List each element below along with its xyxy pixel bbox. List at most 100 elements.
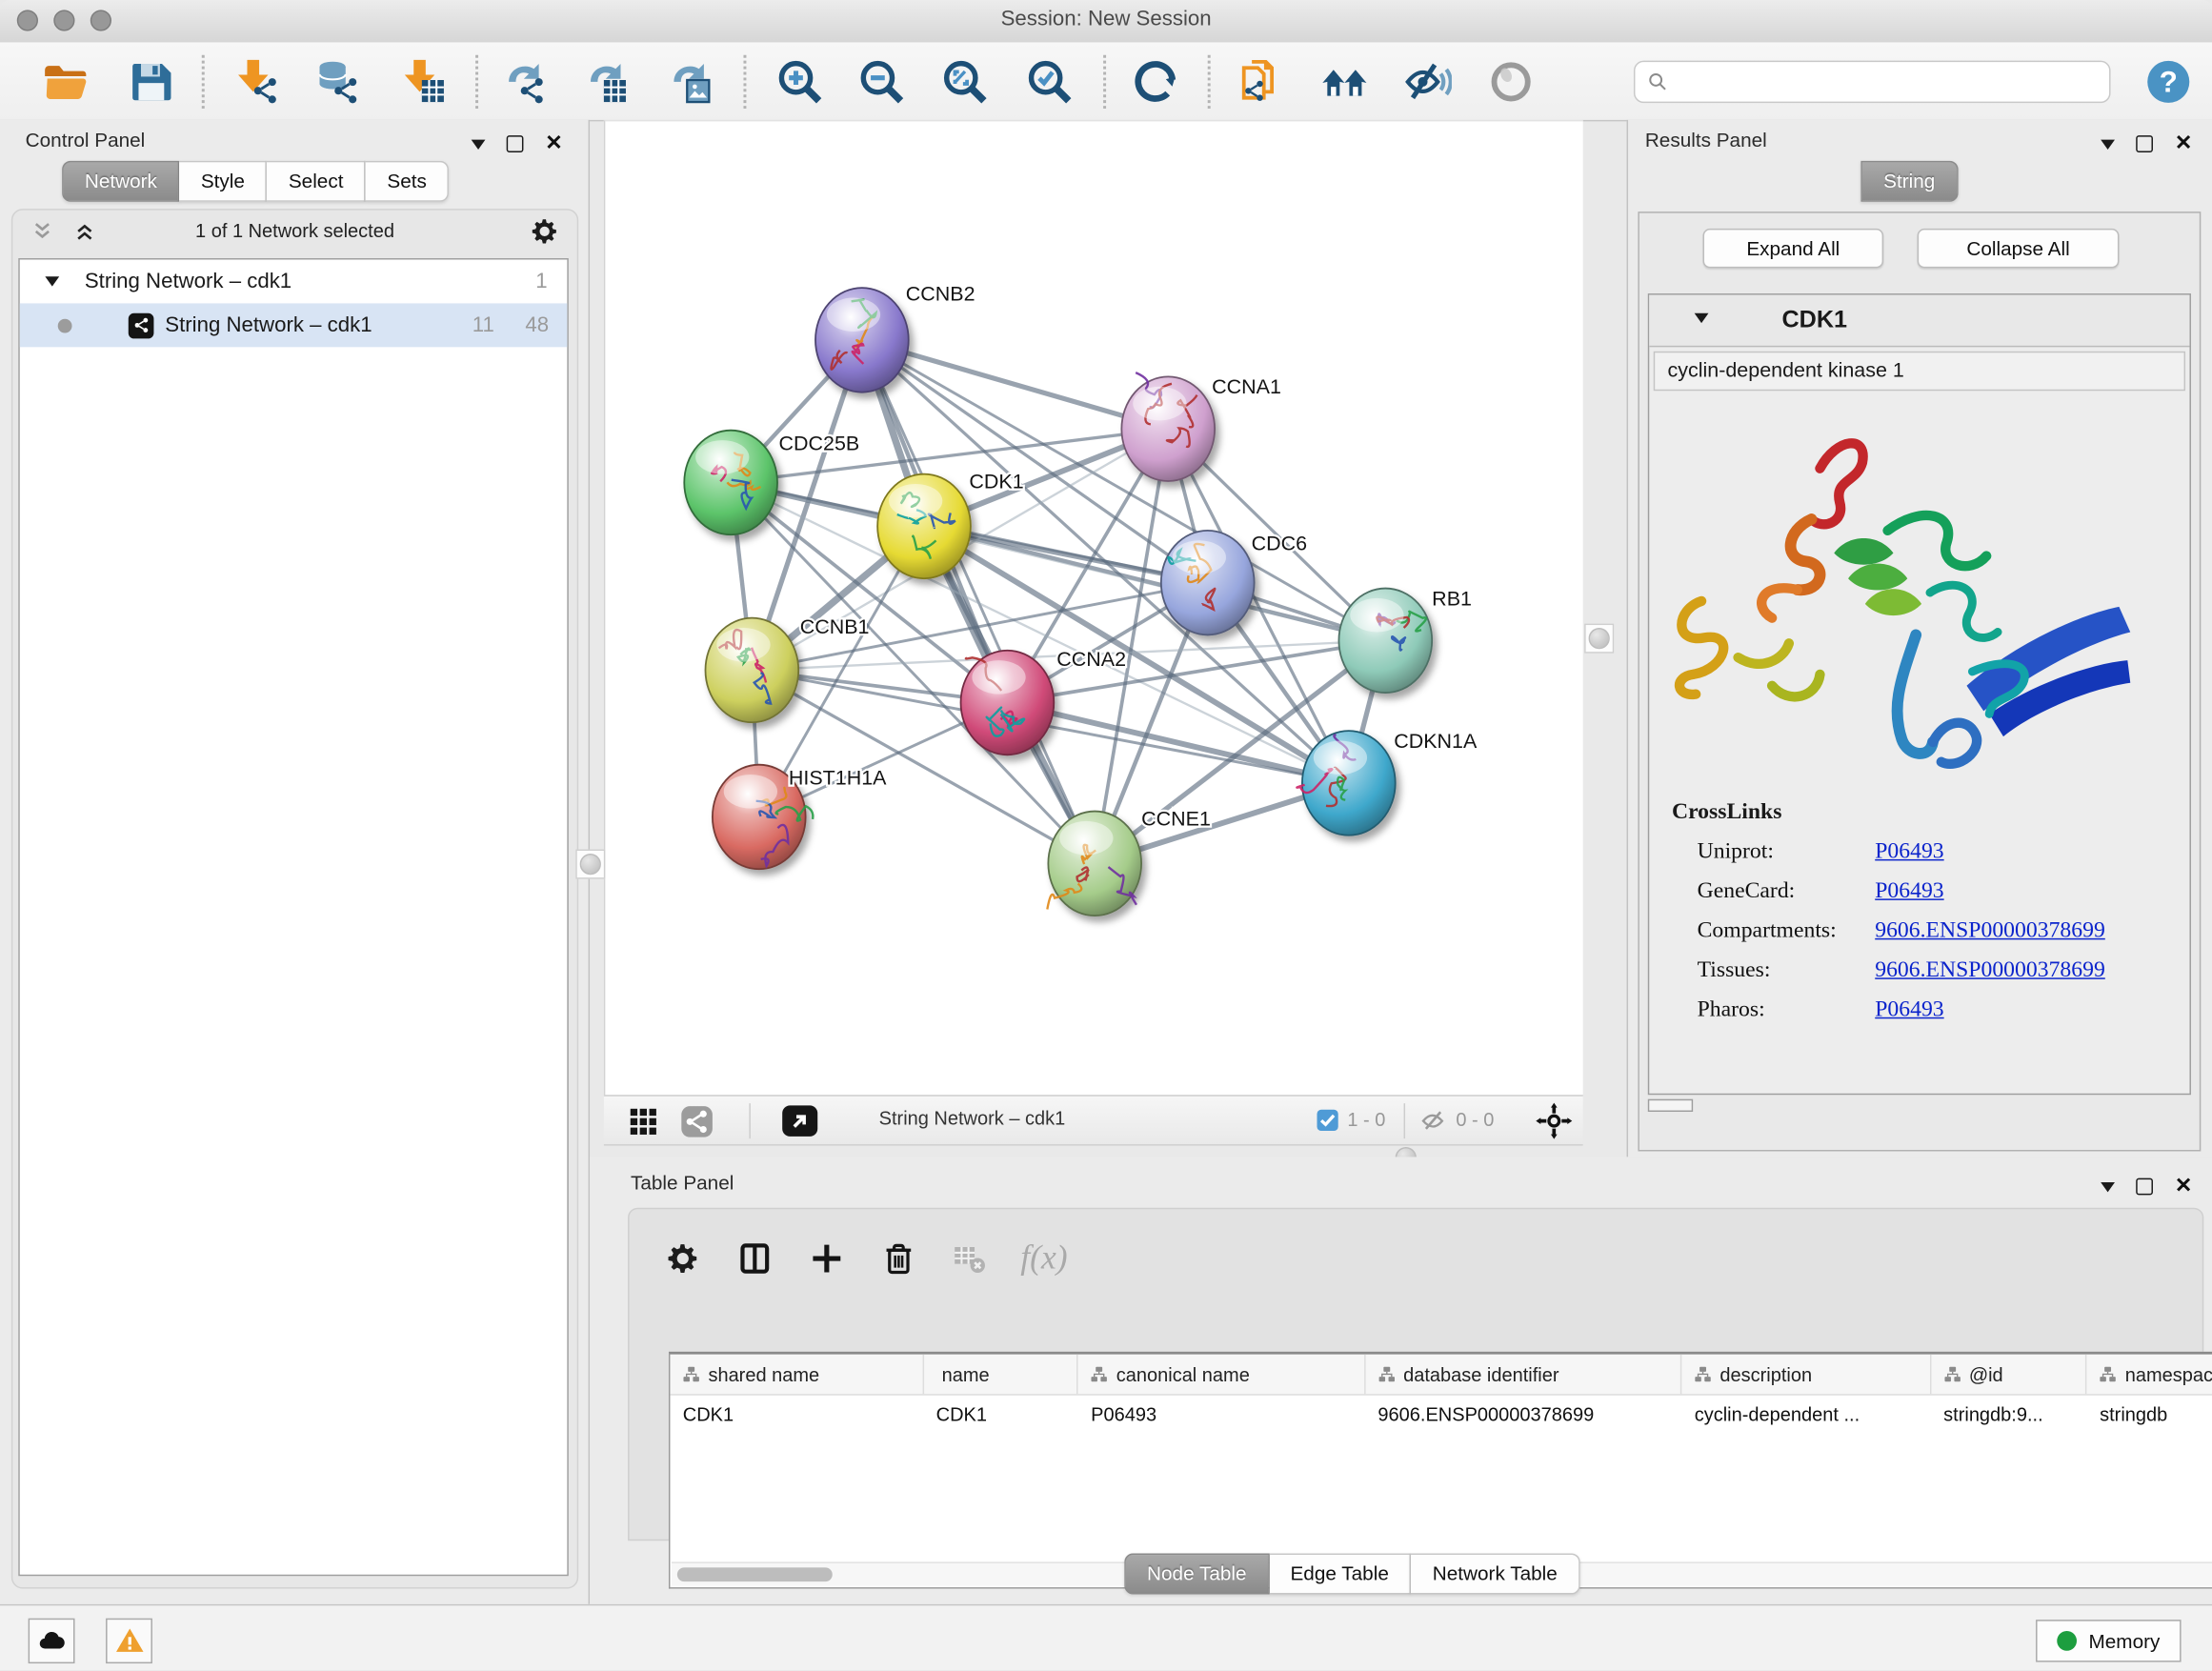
crosslink-link[interactable]: P06493 [1875,997,1943,1023]
close-panel-icon[interactable]: ✕ [545,137,563,151]
network-node-ccnb1[interactable] [705,618,798,723]
column-header-namespace[interactable]: namespace [2087,1355,2212,1394]
network-list-item[interactable]: String Network – cdk1 1 [20,260,568,304]
search-field[interactable] [1634,61,2111,103]
crosslink-link[interactable]: 9606.ENSP00000378699 [1875,918,2105,944]
tab-sets[interactable]: Sets [366,161,449,202]
table-cell[interactable]: CDK1 [670,1404,923,1425]
crosshair-icon[interactable] [1535,1102,1573,1147]
network-node-ccne1[interactable] [1047,812,1141,916]
network-canvas[interactable]: CCNB2CCNA1CDC25BCDK1CDC6RB1CCNB1CCNA2CDK… [604,120,1583,1095]
crosslink-link[interactable]: P06493 [1875,839,1943,865]
tab-network[interactable]: Network [62,161,179,202]
export-view-icon[interactable] [781,1105,818,1144]
gear-button[interactable] [659,1235,707,1282]
collapse-all-button[interactable]: Collapse All [1918,229,2120,268]
houses-button[interactable] [1314,50,1376,112]
network-list-item[interactable]: String Network – cdk1 11 48 [20,303,568,347]
import-network-button[interactable] [227,50,289,112]
search-input[interactable] [1678,70,2109,93]
birdseye-grid-icon[interactable] [628,1106,659,1144]
cloud-button[interactable] [29,1619,75,1663]
columns-button[interactable] [731,1235,778,1282]
column-header-description[interactable]: description [1681,1355,1930,1394]
results-panel-title: Results Panel [1645,129,1767,151]
zoom-out-button[interactable] [851,50,913,112]
float-panel-icon[interactable] [2137,1178,2154,1196]
table-cell[interactable]: cyclin-dependent ... [1681,1404,1930,1425]
toolbar-separator [202,55,205,109]
trash-button[interactable] [875,1235,922,1282]
save-floppy-button[interactable] [120,50,182,112]
string-share-icon[interactable] [680,1105,714,1146]
network-node-rb1[interactable] [1338,589,1432,694]
network-node-ccna1[interactable] [1121,372,1215,481]
column-header--id[interactable]: @id [1931,1355,2087,1394]
crosslink-row: Compartments: 9606.ENSP00000378699 [1698,918,2190,944]
gray-orb-button[interactable] [1480,50,1542,112]
import-table-button[interactable] [393,50,455,112]
column-header-name[interactable]: name [923,1355,1077,1394]
table-cell[interactable]: stringdb [2087,1404,2212,1425]
zoom-in-button[interactable] [769,50,831,112]
tab-edge-table[interactable]: Edge Table [1269,1554,1411,1595]
export-image-button[interactable] [659,50,721,112]
tab-select[interactable]: Select [268,161,367,202]
crosslink-link[interactable]: 9606.ENSP00000378699 [1875,958,2105,984]
memory-button[interactable]: Memory [2037,1620,2182,1661]
scrollbar-thumb[interactable] [677,1567,833,1581]
panel-menu-icon[interactable] [2101,1182,2116,1199]
column-header-shared-name[interactable]: shared name [670,1355,923,1394]
table-row[interactable]: CDK1CDK1P064939606.ENSP00000378699cyclin… [670,1396,2212,1434]
network-node-cdc6[interactable] [1161,531,1255,635]
crosslink-link[interactable]: P06493 [1875,879,1943,905]
crosslink-row: GeneCard: P06493 [1698,879,2190,905]
network-node-cdkn1a[interactable] [1297,731,1395,836]
network-options-gear-icon[interactable] [529,216,560,254]
network-node-ccnb2[interactable] [815,288,909,393]
tab-string[interactable]: String [1860,161,1958,202]
help-button[interactable]: ? [2138,50,2200,112]
table-cell[interactable]: CDK1 [923,1404,1077,1425]
eye-slash-button[interactable] [1397,50,1458,112]
table-cell[interactable]: 9606.ENSP00000378699 [1365,1404,1681,1425]
right-splitter-handle[interactable] [1584,624,1614,654]
crosslink-label: Tissues: [1698,958,1876,984]
left-splitter-handle[interactable] [575,850,605,879]
export-table-button[interactable] [575,50,637,112]
network-node-cdc25b[interactable] [684,431,777,535]
column-label: namespace [2125,1363,2212,1384]
refresh-button[interactable] [1124,50,1186,112]
zoom-fit-button[interactable] [934,50,995,112]
open-folder-button[interactable] [34,50,96,112]
float-panel-icon[interactable] [2137,135,2154,152]
close-panel-icon[interactable]: ✕ [2175,1179,2193,1194]
tab-node-table[interactable]: Node Table [1124,1554,1269,1595]
export-network-button[interactable] [493,50,555,112]
network-label: String Network – cdk1 [165,313,372,337]
panel-menu-icon[interactable] [2101,140,2116,157]
expand-all-button[interactable]: Expand All [1703,229,1884,268]
float-panel-icon[interactable] [507,135,524,152]
network-edge[interactable] [1007,703,1348,783]
import-database-button[interactable] [308,50,370,112]
collapse-section-icon[interactable] [1695,313,1709,331]
close-panel-icon[interactable]: ✕ [2175,137,2193,151]
table-cell[interactable]: P06493 [1078,1404,1365,1425]
tab-style[interactable]: Style [180,161,268,202]
zoom-selected-button[interactable] [1018,50,1080,112]
network-node-ccna2[interactable] [961,651,1055,755]
column-header-canonical-name[interactable]: canonical name [1078,1355,1365,1394]
network-node-cdk1[interactable] [877,474,971,579]
column-header-database-identifier[interactable]: database identifier [1365,1355,1681,1394]
panel-menu-icon[interactable] [472,140,486,157]
selected-checkbox-icon[interactable] [1317,1109,1339,1138]
tab-network-table[interactable]: Network Table [1412,1554,1580,1595]
string-network-graph[interactable]: CCNB2CCNA1CDC25BCDK1CDC6RB1CCNB1CCNA2CDK… [605,121,1584,1096]
warning-button[interactable] [106,1619,152,1663]
plus-button[interactable] [803,1235,851,1282]
collapse-collection-icon[interactable] [45,276,59,293]
share-document-button[interactable] [1229,50,1291,112]
table-cell[interactable]: stringdb:9... [1931,1404,2087,1425]
gene-section-header[interactable]: CDK1 [1649,295,2189,348]
